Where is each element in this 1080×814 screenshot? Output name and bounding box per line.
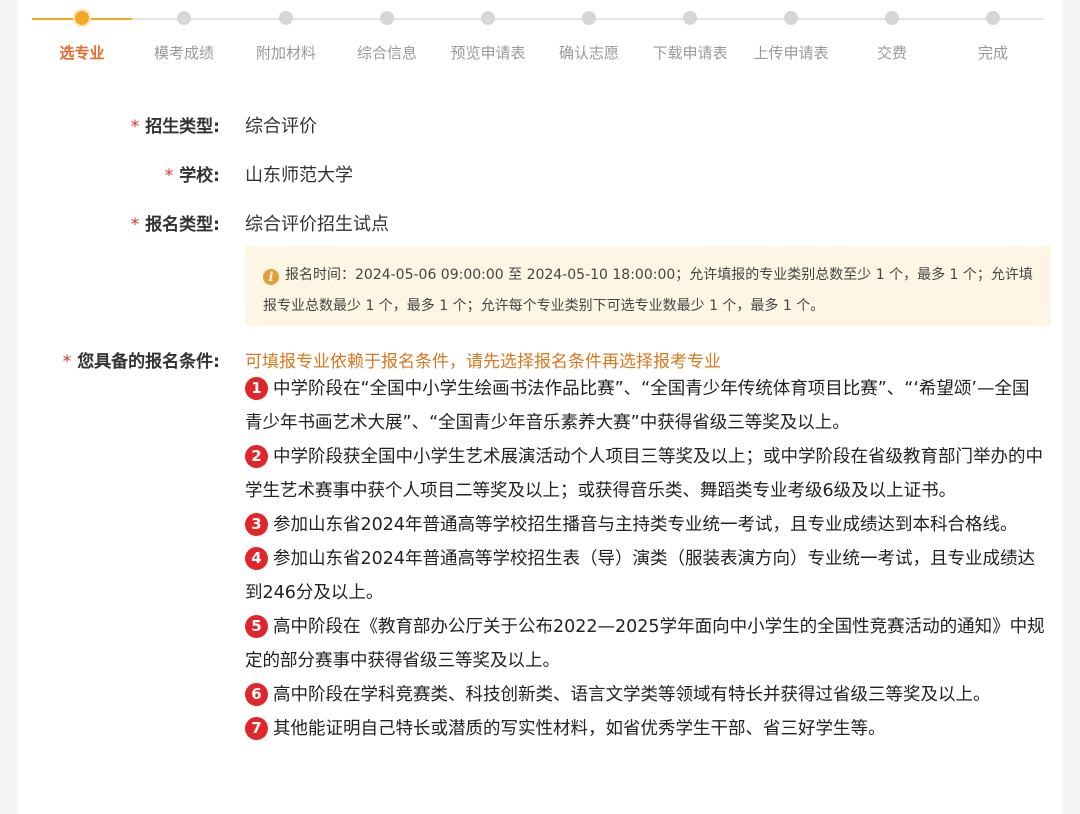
step-dot-active [73, 9, 91, 27]
condition-text: 参加山东省2024年普通高等学校招生播音与主持类专业统一考试，且专业成绩达到本科… [273, 515, 1018, 535]
step-dot [582, 11, 596, 25]
info-icon: i [263, 269, 279, 285]
step-label: 确认志愿 [558, 44, 619, 62]
registration-type-value: 综合评价招生试点 [245, 214, 389, 235]
step-select-major[interactable]: 选专业 [32, 0, 132, 80]
conditions-hint: 可填报专业依赖于报名条件，请先选择报名条件再选择报考专业 [245, 352, 721, 372]
conditions-list: 1 中学阶段在“全国中小学生绘画书法作品比赛”、“全国青少年传统体育项目比赛”、“… [245, 372, 1045, 746]
condition-text: 高中阶段在学科竞赛类、科技创新类、语言文学类等领域有特长并获得过省级三等奖及以上… [273, 685, 991, 705]
step-dot [784, 11, 798, 25]
step-dot [380, 11, 394, 25]
conditions-label: * 您具备的报名条件: [62, 352, 220, 372]
step-label: 下载申请表 [652, 44, 728, 62]
admission-type-label: * 招生类型: [130, 117, 220, 137]
step-label: 上传申请表 [753, 44, 829, 62]
step-general-info[interactable]: 综合信息 [337, 0, 437, 80]
condition-item[interactable]: 5 高中阶段在《教育部办公厅关于公布2022—2025学年面向中小学生的全国性竞赛… [245, 610, 1045, 678]
number-badge: 5 [245, 615, 268, 638]
condition-item[interactable]: 2 中学阶段获全国中小学生艺术展演活动个人项目三等奖及以上；或中学阶段在省级教育部… [245, 440, 1045, 508]
required-mark: * [130, 117, 140, 137]
step-progress: 选专业 模考成绩 附加材料 综合信息 预览申请表 确认志愿 下载申请表 上传申请… [0, 0, 1080, 80]
step-label: 交费 [876, 44, 907, 62]
step-dot [885, 11, 899, 25]
required-mark: * [130, 215, 140, 235]
condition-item[interactable]: 7 其他能证明自己特长或潜质的写实性材料，如省优秀学生干部、省三好学生等。 [245, 712, 1045, 746]
step-label: 模考成绩 [153, 44, 214, 62]
number-badge: 7 [245, 717, 268, 740]
number-badge: 2 [245, 445, 268, 468]
registration-type-label: * 报名类型: [130, 215, 220, 235]
step-confirm-choice[interactable]: 确认志愿 [539, 0, 639, 80]
number-badge: 4 [245, 547, 268, 570]
step-label: 附加材料 [255, 44, 316, 62]
step-dot [683, 11, 697, 25]
step-extra-materials[interactable]: 附加材料 [236, 0, 336, 80]
number-badge: 6 [245, 683, 268, 706]
required-mark: * [62, 352, 72, 372]
step-label: 选专业 [59, 44, 105, 62]
school-label: * 学校: [164, 166, 220, 186]
condition-text: 参加山东省2024年普通高等学校招生表（导）演类（服装表演方向）专业统一考试，且… [245, 549, 1036, 603]
step-upload-application[interactable]: 上传申请表 [741, 0, 841, 80]
condition-item[interactable]: 6 高中阶段在学科竞赛类、科技创新类、语言文学类等领域有特长并获得过省级三等奖及以… [245, 678, 1045, 712]
condition-text: 高中阶段在《教育部办公厅关于公布2022—2025学年面向中小学生的全国性竞赛活… [245, 617, 1045, 671]
step-dot [177, 11, 191, 25]
condition-item[interactable]: 4 参加山东省2024年普通高等学校招生表（导）演类（服装表演方向）专业统一考试，… [245, 542, 1045, 610]
step-download-application[interactable]: 下载申请表 [640, 0, 740, 80]
condition-item[interactable]: 1 中学阶段在“全国中小学生绘画书法作品比赛”、“全国青少年传统体育项目比赛”、“… [245, 372, 1045, 440]
step-label: 完成 [977, 44, 1008, 62]
step-dot [481, 11, 495, 25]
condition-text: 中学阶段在“全国中小学生绘画书法作品比赛”、“全国青少年传统体育项目比赛”、“‘… [245, 379, 1030, 433]
step-complete[interactable]: 完成 [943, 0, 1043, 80]
condition-item[interactable]: 3 参加山东省2024年普通高等学校招生播音与主持类专业统一考试，且专业成绩达到本… [245, 508, 1045, 542]
registration-notice: i 报名时间：2024-05-06 09:00:00 至 2024-05-10 1… [245, 246, 1051, 326]
condition-text: 中学阶段获全国中小学生艺术展演活动个人项目三等奖及以上；或中学阶段在省级教育部门… [245, 447, 1043, 501]
step-preview-application[interactable]: 预览申请表 [438, 0, 538, 80]
step-payment[interactable]: 交费 [842, 0, 942, 80]
notice-text: 报名时间：2024-05-06 09:00:00 至 2024-05-10 18… [263, 267, 1033, 314]
required-mark: * [164, 166, 174, 186]
step-dot [279, 11, 293, 25]
step-mock-score[interactable]: 模考成绩 [134, 0, 234, 80]
school-value: 山东师范大学 [245, 165, 353, 186]
number-badge: 3 [245, 513, 268, 536]
admission-type-value: 综合评价 [245, 116, 317, 137]
step-label: 综合信息 [356, 44, 417, 62]
condition-text: 其他能证明自己特长或潜质的写实性材料，如省优秀学生干部、省三好学生等。 [273, 719, 886, 739]
number-badge: 1 [245, 377, 268, 400]
step-label: 预览申请表 [450, 44, 526, 62]
step-dot [986, 11, 1000, 25]
